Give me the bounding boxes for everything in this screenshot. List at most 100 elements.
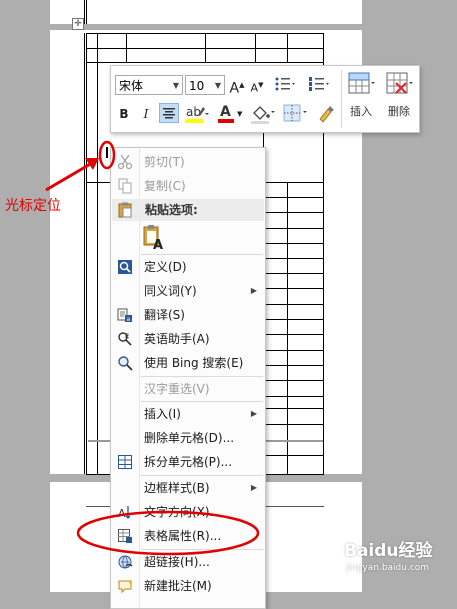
menu-item-label: 剪切(T) bbox=[144, 155, 185, 169]
menu-item-new-comment[interactable]: 新建批注(M) bbox=[111, 574, 265, 598]
table-row-line bbox=[263, 350, 323, 351]
table-row-line bbox=[263, 288, 323, 289]
table-row-line bbox=[263, 304, 323, 305]
menu-item-label: 表格属性(R)... bbox=[144, 529, 222, 543]
font-size-combo[interactable]: 10 ▼ bbox=[185, 75, 225, 95]
table-row-line bbox=[263, 365, 323, 366]
annotation-text: 光标定位 bbox=[5, 198, 61, 214]
table-row-line bbox=[86, 48, 324, 49]
translate-icon: a bbox=[117, 308, 132, 323]
menu-item-translate[interactable]: a 翻译(S) bbox=[111, 303, 265, 327]
highlighter-icon: ab bbox=[185, 105, 209, 123]
format-painter-icon bbox=[319, 106, 334, 123]
table-row-line bbox=[263, 258, 323, 259]
table-row-line bbox=[263, 319, 323, 320]
menu-item-insert[interactable]: 插入(I) ▶ bbox=[111, 402, 265, 426]
document-page-top bbox=[50, 0, 362, 24]
italic-icon: I bbox=[143, 107, 149, 121]
bullets-button[interactable] bbox=[271, 75, 299, 98]
table-row-line bbox=[263, 273, 323, 274]
menu-item-label: 同义词(Y) bbox=[144, 284, 197, 298]
table-column-line bbox=[97, 33, 98, 474]
table-row-line bbox=[86, 33, 324, 34]
menu-item-label: 新建批注(M) bbox=[144, 579, 212, 593]
delete-button[interactable]: 删除 bbox=[381, 70, 417, 128]
grow-font-button[interactable]: A▲ bbox=[229, 76, 245, 98]
define-book-icon bbox=[118, 260, 132, 274]
svg-text:ab: ab bbox=[186, 105, 201, 119]
center-align-button[interactable] bbox=[159, 103, 179, 123]
menu-item-synonyms[interactable]: 同义词(Y) ▶ bbox=[111, 279, 265, 303]
menu-item-label: 超链接(H)... bbox=[144, 555, 210, 569]
menu-item-label: 使用 Bing 搜索(E) bbox=[144, 356, 244, 370]
menu-item-label: 汉字重选(V) bbox=[144, 382, 210, 396]
paste-keep-text-only-button[interactable]: A bbox=[142, 224, 166, 253]
bullet-list-icon bbox=[275, 77, 295, 91]
table-border-left-inner bbox=[86, 33, 87, 474]
insert-label: 插入 bbox=[350, 105, 372, 118]
menu-item-bing-search[interactable]: 使用 Bing 搜索(E) bbox=[111, 351, 265, 375]
font-name-value: 宋体 bbox=[119, 79, 144, 93]
chevron-down-icon: ▼ bbox=[214, 81, 221, 90]
text-cursor bbox=[106, 147, 108, 158]
center-align-icon bbox=[163, 108, 175, 119]
borders-icon bbox=[283, 104, 307, 122]
menu-item-text-direction[interactable]: A 文字方向(X)... bbox=[111, 500, 265, 524]
menu-item-copy[interactable]: 复制(C) bbox=[111, 174, 265, 198]
menu-item-label: 插入(I) bbox=[144, 407, 181, 421]
shrink-font-icon: A bbox=[250, 81, 259, 95]
menu-item-english-assistant[interactable]: E 英语助手(A) bbox=[111, 327, 265, 351]
shrink-font-button[interactable]: A▼ bbox=[249, 76, 265, 98]
font-name-combo[interactable]: 宋体 ▼ bbox=[115, 75, 183, 95]
watermark: Baidu经验 jingyan.baidu.com bbox=[344, 536, 456, 588]
table-properties-icon bbox=[118, 529, 132, 543]
svg-text:a: a bbox=[127, 316, 131, 323]
paste-options-header: 粘贴选项: bbox=[112, 199, 264, 221]
context-menu: 剪切(T) 复制(C) 粘贴选项: A 定义(D) 同义词(Y) ▶ a 翻译(… bbox=[110, 147, 266, 609]
table-move-handle[interactable]: ✛ bbox=[72, 18, 84, 30]
highlight-button[interactable]: ab bbox=[183, 103, 211, 125]
menu-item-reconvert[interactable]: 汉字重选(V) bbox=[111, 377, 265, 401]
menu-item-border-styles[interactable]: 边框样式(B) ▶ bbox=[111, 476, 265, 500]
table-row-line bbox=[263, 212, 323, 213]
table-border-line bbox=[86, 0, 87, 24]
table-border-line bbox=[84, 0, 85, 24]
italic-button[interactable]: I bbox=[139, 105, 153, 123]
menu-item-delete-cells[interactable]: 删除单元格(D)... bbox=[111, 426, 265, 450]
menu-item-cut[interactable]: 剪切(T) bbox=[111, 150, 265, 174]
shading-button[interactable] bbox=[249, 103, 277, 125]
table-row-line bbox=[263, 228, 323, 229]
search-icon bbox=[118, 356, 133, 371]
numbering-button[interactable] bbox=[305, 75, 333, 98]
menu-item-label: 英语助手(A) bbox=[144, 332, 210, 346]
menu-item-table-properties[interactable]: 表格属性(R)... bbox=[111, 524, 265, 548]
menu-item-hyperlink[interactable]: 超链接(H)... bbox=[111, 550, 265, 574]
insert-button[interactable]: 插入 bbox=[343, 70, 379, 128]
bold-button[interactable]: B bbox=[117, 105, 131, 123]
menu-item-label: 删除单元格(D)... bbox=[144, 431, 235, 445]
table-row-line bbox=[263, 380, 323, 381]
chevron-down-icon: ▼ bbox=[172, 81, 179, 90]
highlight-color-bar bbox=[185, 119, 203, 123]
borders-button[interactable] bbox=[281, 103, 309, 125]
font-size-value: 10 bbox=[189, 79, 205, 93]
delete-label: 删除 bbox=[388, 105, 410, 118]
table-row-line bbox=[263, 243, 323, 244]
chevron-right-icon: ▶ bbox=[250, 483, 257, 492]
split-cells-icon bbox=[118, 455, 132, 469]
menu-item-label: 文字方向(X)... bbox=[144, 505, 222, 519]
svg-text:E: E bbox=[125, 333, 129, 340]
page-break-line bbox=[263, 440, 323, 442]
menu-item-label: 复制(C) bbox=[144, 179, 186, 193]
paint-bucket-icon bbox=[251, 106, 275, 124]
format-painter-button[interactable] bbox=[315, 103, 337, 125]
table-row-line bbox=[263, 408, 323, 409]
hyperlink-icon bbox=[118, 555, 133, 569]
menu-item-label: 边框样式(B) bbox=[144, 481, 210, 495]
watermark-logo-text: Baidu经验 bbox=[344, 541, 433, 561]
table-column-line bbox=[287, 182, 288, 474]
menu-item-split-cells[interactable]: 拆分单元格(P)... bbox=[111, 450, 265, 474]
font-color-button[interactable]: A ▼ bbox=[217, 103, 245, 125]
menu-item-define[interactable]: 定义(D) bbox=[111, 255, 265, 279]
table-border-left bbox=[84, 33, 85, 474]
